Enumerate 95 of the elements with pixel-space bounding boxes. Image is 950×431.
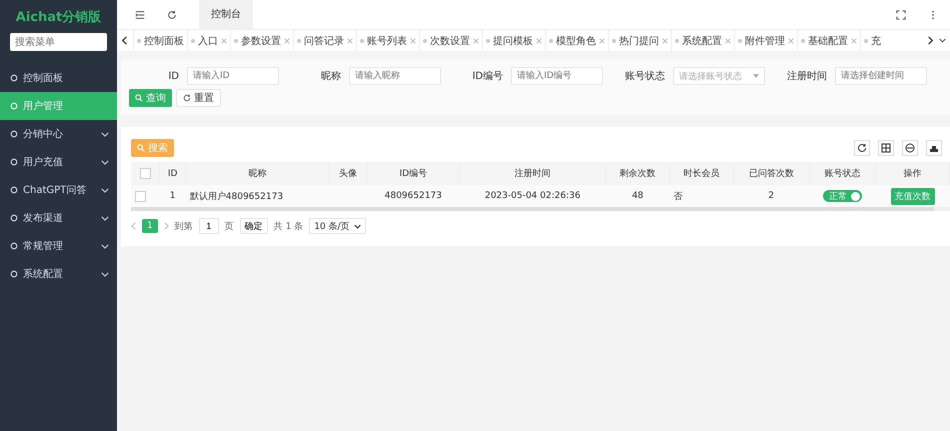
prev-page-icon[interactable] bbox=[131, 222, 136, 230]
field-label: ID bbox=[167, 70, 179, 82]
caret-icon bbox=[354, 224, 361, 228]
close-icon[interactable] bbox=[851, 38, 857, 44]
refresh-button[interactable] bbox=[854, 140, 870, 156]
export-button[interactable] bbox=[926, 140, 942, 156]
search-icon bbox=[137, 144, 145, 152]
tab[interactable]: 账号列表 bbox=[356, 30, 419, 51]
close-icon[interactable] bbox=[599, 38, 605, 44]
close-icon[interactable] bbox=[536, 38, 542, 44]
chevron-icon bbox=[101, 160, 109, 164]
next-page-icon[interactable] bbox=[164, 222, 169, 230]
column-header: 账号状态 bbox=[809, 162, 876, 185]
close-icon[interactable] bbox=[662, 38, 668, 44]
close-icon[interactable] bbox=[284, 38, 290, 44]
input-field[interactable]: 请选择创建时间 bbox=[835, 67, 927, 85]
column-header: ID编号 bbox=[367, 162, 460, 185]
tab[interactable]: 系统配置 bbox=[671, 30, 734, 51]
search-icon bbox=[135, 94, 143, 102]
tab[interactable]: 基础配置 bbox=[797, 30, 860, 51]
app-title: Aichat分销版 bbox=[14, 9, 102, 27]
chevron-icon bbox=[101, 188, 109, 192]
close-icon[interactable] bbox=[221, 38, 227, 44]
printer-icon bbox=[929, 143, 939, 153]
tab[interactable]: 模型角色 bbox=[545, 30, 608, 51]
grid-icon bbox=[881, 143, 891, 153]
close-icon[interactable] bbox=[410, 38, 416, 44]
column-header: ID bbox=[160, 162, 186, 185]
refresh-icon bbox=[857, 143, 867, 153]
chevron-icon bbox=[101, 244, 109, 248]
field-label: ID编号 bbox=[471, 70, 503, 83]
column-header: 昵称 bbox=[186, 162, 329, 185]
columns-button[interactable] bbox=[878, 140, 894, 156]
page-tab[interactable]: 控制台 bbox=[199, 0, 253, 29]
scroll-left-icon[interactable] bbox=[121, 36, 128, 45]
tab[interactable]: 参数设置 bbox=[230, 30, 293, 51]
chevron-icon bbox=[101, 216, 109, 220]
tab[interactable]: 问答记录 bbox=[293, 30, 356, 51]
tab[interactable]: 充 bbox=[860, 30, 884, 51]
page-unit-label: 页 bbox=[224, 220, 234, 232]
field-label: 昵称 bbox=[320, 70, 341, 83]
close-icon[interactable] bbox=[725, 38, 731, 44]
column-header: 剩余次数 bbox=[606, 162, 670, 185]
checkbox[interactable] bbox=[140, 168, 150, 179]
menu-item[interactable]: 发布渠道 bbox=[0, 204, 117, 232]
reset-button[interactable]: 重置 bbox=[176, 89, 221, 107]
minus-circle-icon bbox=[905, 143, 915, 153]
table-cell: 48 bbox=[606, 185, 670, 207]
table-cell: 2023-05-04 02:26:36 bbox=[459, 185, 606, 207]
field-label: 账号状态 bbox=[624, 70, 665, 83]
table-cell: 否 bbox=[670, 185, 734, 207]
scroll-right-icon[interactable] bbox=[927, 36, 934, 45]
table-cell: 默认用户4809652173 bbox=[186, 185, 329, 207]
print-button[interactable] bbox=[902, 140, 918, 156]
total-count: 共 1 条 bbox=[274, 220, 304, 232]
table-cell: 1 bbox=[160, 185, 186, 207]
tab[interactable]: 次数设置 bbox=[419, 30, 482, 51]
confirm-button[interactable]: 确定 bbox=[240, 218, 268, 234]
menu-item[interactable]: 控制面板 bbox=[0, 64, 117, 92]
column-header: 已问答次数 bbox=[733, 162, 810, 185]
page-size-select[interactable]: 10 条/页 bbox=[309, 218, 366, 234]
dropdown-icon[interactable] bbox=[939, 36, 946, 45]
field-label: 注册时间 bbox=[786, 70, 827, 83]
column-header: 注册时间 bbox=[459, 162, 606, 185]
fullscreen-icon[interactable] bbox=[896, 10, 906, 20]
goto-label: 到第 bbox=[174, 220, 193, 232]
input-field[interactable]: 请输入ID编号 bbox=[511, 67, 603, 85]
menu-item[interactable]: 分销中心 bbox=[0, 120, 117, 148]
chevron-icon bbox=[101, 272, 109, 276]
menu-item[interactable]: ChatGPT问答 bbox=[0, 176, 117, 204]
input-field[interactable]: 请输入昵称 bbox=[349, 67, 441, 85]
page-input[interactable]: 1 bbox=[198, 218, 219, 234]
column-header: 头像 bbox=[328, 162, 368, 185]
menu-item[interactable]: 系统配置 bbox=[0, 260, 117, 288]
tab[interactable]: 提问模板 bbox=[482, 30, 545, 51]
tab[interactable]: 控制面板 bbox=[133, 30, 187, 51]
tab[interactable]: 附件管理 bbox=[734, 30, 797, 51]
table-cell: 4809652173 bbox=[367, 185, 460, 207]
search-field[interactable]: 搜索菜单 bbox=[10, 33, 107, 51]
refresh-icon bbox=[183, 94, 191, 102]
checkbox[interactable] bbox=[135, 190, 146, 202]
column-header: 时长会员 bbox=[670, 162, 734, 185]
tab[interactable]: 入口 bbox=[187, 30, 230, 51]
close-icon[interactable] bbox=[473, 38, 479, 44]
table-cell: 2 bbox=[733, 185, 810, 207]
menu-item[interactable]: 常规管理 bbox=[0, 232, 117, 260]
input-field[interactable]: 请输入ID bbox=[187, 67, 279, 85]
close-icon[interactable] bbox=[788, 38, 794, 44]
refresh-icon[interactable] bbox=[167, 10, 177, 20]
tab[interactable]: 热门提问 bbox=[608, 30, 671, 51]
chevron-icon bbox=[101, 132, 109, 136]
menu-item[interactable]: 用户充值 bbox=[0, 148, 117, 176]
close-icon[interactable] bbox=[347, 38, 353, 44]
caret-icon bbox=[753, 74, 759, 78]
column-header: 操作 bbox=[876, 162, 950, 185]
